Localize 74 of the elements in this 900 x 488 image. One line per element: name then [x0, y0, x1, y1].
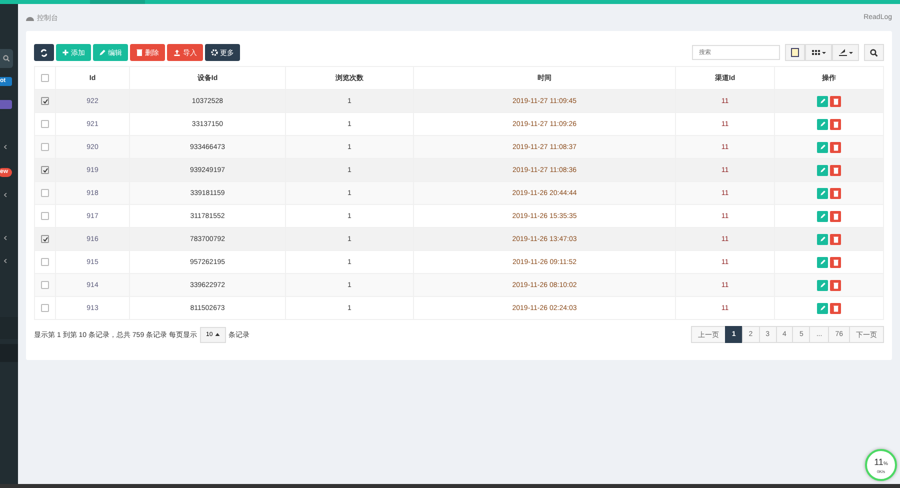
export-button[interactable] [832, 44, 859, 61]
edit-button[interactable] [817, 234, 828, 244]
toggle-view-button[interactable] [785, 44, 805, 61]
trash-icon [832, 282, 838, 288]
pencil-icon [820, 98, 826, 104]
delete-button[interactable] [830, 210, 841, 222]
columns-button[interactable] [805, 44, 832, 61]
toggle-view-icon [791, 48, 799, 57]
upload-icon [173, 49, 181, 56]
trash-icon [832, 212, 838, 220]
row-checkbox[interactable] [41, 281, 49, 289]
plus-icon [62, 49, 69, 56]
pencil-icon [99, 49, 106, 56]
row-checkbox[interactable] [41, 212, 49, 220]
pencil-icon [820, 144, 826, 150]
pencil-icon [820, 121, 826, 127]
delete-button[interactable] [830, 280, 841, 290]
edit-button[interactable] [817, 210, 828, 222]
trash-icon [832, 304, 838, 312]
pencil-icon [820, 259, 826, 265]
select-all-checkbox[interactable] [41, 74, 49, 82]
edit-button[interactable] [817, 118, 828, 130]
delete-button[interactable] [830, 188, 841, 198]
edit-button[interactable] [817, 256, 828, 268]
sidebar-search-button[interactable] [0, 49, 13, 68]
caret-up-icon [214, 333, 220, 336]
row-checkbox[interactable] [41, 304, 49, 312]
edit-button[interactable] [817, 164, 828, 176]
grid-icon [812, 50, 826, 56]
row-checkbox[interactable] [41, 258, 49, 266]
row-checkbox[interactable] [41, 189, 49, 197]
pencil-icon [820, 305, 826, 311]
delete-button[interactable] [830, 96, 841, 106]
trash-icon [832, 236, 838, 242]
pencil-icon [820, 282, 826, 288]
delete-button[interactable] [830, 234, 841, 244]
search-button[interactable] [864, 44, 884, 61]
delete-button[interactable] [830, 256, 841, 268]
chevron-left-icon [4, 259, 7, 263]
trash-icon [832, 98, 838, 104]
row-checkbox[interactable] [41, 97, 49, 105]
row-checkbox[interactable] [41, 120, 49, 128]
search-icon [870, 48, 878, 56]
edit-button[interactable] [817, 280, 828, 290]
delete-button[interactable] [830, 302, 841, 314]
pencil-icon [820, 190, 826, 196]
row-checkbox[interactable] [41, 166, 49, 174]
pencil-icon [820, 236, 826, 242]
pencil-icon [820, 213, 826, 219]
dashboard-icon [26, 14, 34, 20]
gear-icon [211, 49, 218, 56]
edit-button[interactable] [817, 188, 828, 198]
refresh-button[interactable] [34, 44, 54, 61]
delete-button[interactable] [830, 164, 841, 176]
row-checkbox[interactable] [41, 235, 49, 243]
edit-button[interactable] [817, 142, 828, 152]
trash-icon [832, 258, 838, 266]
trash-icon [832, 120, 838, 128]
row-checkbox[interactable] [41, 143, 49, 151]
trash-icon [832, 144, 838, 150]
chevron-left-icon [4, 145, 7, 149]
delete-button[interactable] [830, 142, 841, 152]
trash-icon [136, 49, 143, 56]
search-icon [3, 55, 10, 62]
trash-icon [832, 166, 838, 174]
chevron-left-icon [4, 193, 7, 197]
trash-icon [832, 190, 838, 196]
edit-button[interactable] [817, 96, 828, 106]
edit-button[interactable] [817, 302, 828, 314]
pencil-icon [820, 167, 826, 173]
export-icon [838, 49, 852, 56]
refresh-icon [40, 48, 48, 56]
chevron-left-icon [4, 236, 7, 240]
delete-button[interactable] [830, 118, 841, 130]
